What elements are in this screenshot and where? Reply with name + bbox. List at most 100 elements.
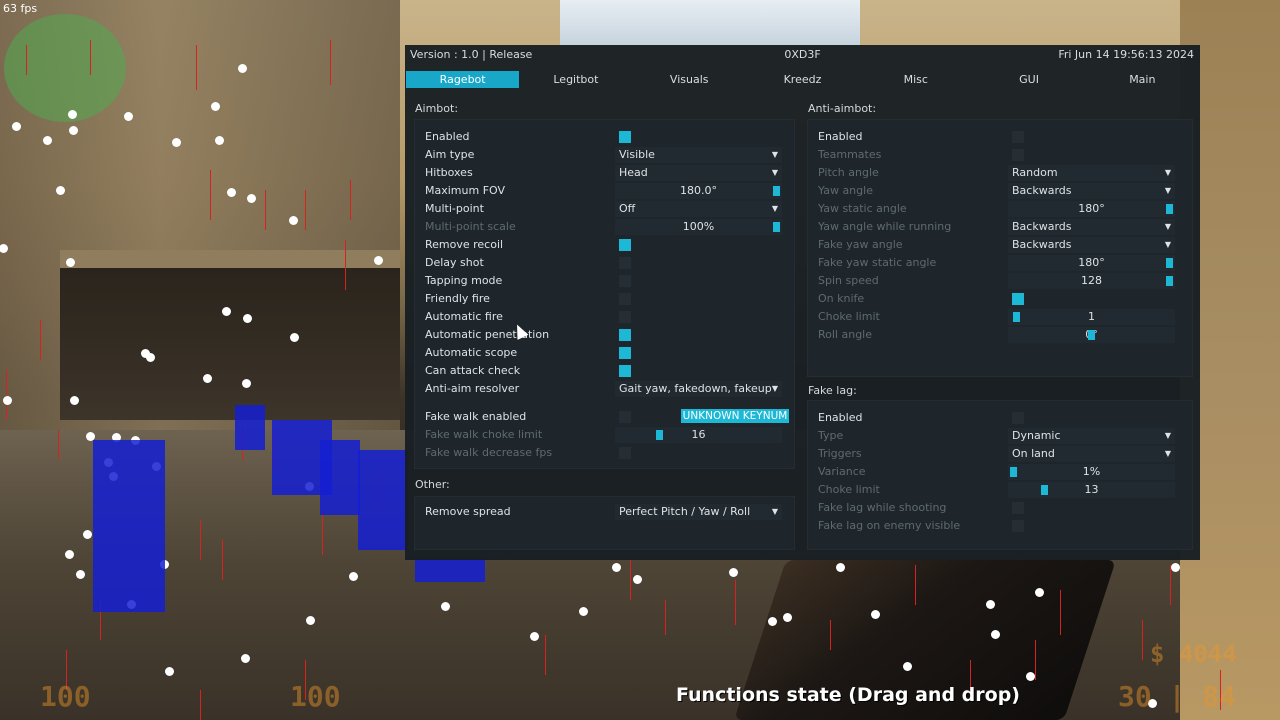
antiaim-enabled-checkbox[interactable] xyxy=(1012,131,1024,143)
yaw-angle-dropdown[interactable]: Backwards ▼ xyxy=(1008,183,1175,199)
fake-walk-decrease-checkbox[interactable] xyxy=(619,447,631,459)
snow-particle xyxy=(530,632,539,641)
snow-particle xyxy=(203,374,212,383)
can-attack-check-checkbox[interactable] xyxy=(619,365,631,377)
other-panel: Remove spread Perfect Pitch / Yaw / Roll… xyxy=(414,496,795,550)
rain-streak xyxy=(915,565,916,605)
rain-streak xyxy=(322,515,323,555)
rain-streak xyxy=(830,620,831,650)
tapping-mode-checkbox[interactable] xyxy=(619,275,631,287)
fakelag-triggers-value: On land xyxy=(1012,447,1055,460)
can-attack-check-row: Can attack check xyxy=(425,362,784,380)
slider-knob[interactable] xyxy=(1088,330,1095,340)
remove-spread-dropdown[interactable]: Perfect Pitch / Yaw / Roll ▼ xyxy=(615,504,782,520)
remove-recoil-checkbox[interactable] xyxy=(619,239,631,251)
esp-player-box xyxy=(93,440,165,612)
fakelag-shooting-checkbox[interactable] xyxy=(1012,502,1024,514)
fakelag-type-value: Dynamic xyxy=(1012,429,1061,442)
hitboxes-dropdown[interactable]: Head ▼ xyxy=(615,165,782,181)
functions-state-label[interactable]: Functions state (Drag and drop) xyxy=(676,684,1020,706)
fakelag-choke-slider[interactable]: 13 xyxy=(1008,482,1175,498)
tab-kreedz[interactable]: Kreedz xyxy=(746,71,859,88)
tab-bar: Ragebot Legitbot Visuals Kreedz Misc GUI… xyxy=(406,71,1199,88)
fake-walk-enabled-checkbox[interactable] xyxy=(619,411,631,423)
pitch-angle-dropdown[interactable]: Random ▼ xyxy=(1008,165,1175,181)
tab-ragebot[interactable]: Ragebot xyxy=(406,71,520,88)
on-knife-checkbox[interactable] xyxy=(1012,293,1024,305)
automatic-penetration-checkbox[interactable] xyxy=(619,329,631,341)
rain-streak xyxy=(6,370,7,420)
automatic-fire-checkbox[interactable] xyxy=(619,311,631,323)
fake-walk-choke-slider[interactable]: 16 xyxy=(615,427,782,443)
yaw-static-value: 180° xyxy=(1078,202,1105,215)
slider-knob[interactable] xyxy=(1010,467,1017,477)
snow-particle xyxy=(871,610,880,619)
chevron-down-icon: ▼ xyxy=(771,150,778,159)
fake-yaw-dropdown[interactable]: Backwards ▼ xyxy=(1008,237,1175,253)
hitboxes-label: Hitboxes xyxy=(425,166,473,179)
automatic-scope-checkbox[interactable] xyxy=(619,347,631,359)
slider-knob[interactable] xyxy=(773,222,780,232)
spin-speed-slider[interactable]: 128 xyxy=(1008,273,1175,289)
automatic-scope-row: Automatic scope xyxy=(425,344,784,362)
rain-streak xyxy=(90,40,91,75)
fakelag-variance-slider[interactable]: 1% xyxy=(1008,464,1175,480)
cheat-menu-window: Version : 1.0 | Release 0XD3F Fri Jun 14… xyxy=(405,45,1200,560)
hud-ammo: 30 | 84 xyxy=(1118,680,1237,713)
multipoint-label: Multi-point xyxy=(425,202,484,215)
fakelag-triggers-dropdown[interactable]: On land ▼ xyxy=(1008,446,1175,462)
slider-knob[interactable] xyxy=(1041,485,1048,495)
snow-particle xyxy=(241,654,250,663)
slider-knob[interactable] xyxy=(773,186,780,196)
rain-streak xyxy=(630,560,631,600)
fake-walk-choke-row: Fake walk choke limit 16 xyxy=(425,426,784,444)
friendly-fire-checkbox[interactable] xyxy=(619,293,631,305)
slider-knob[interactable] xyxy=(1166,258,1173,268)
max-fov-label: Maximum FOV xyxy=(425,184,506,197)
slider-knob[interactable] xyxy=(1166,276,1173,286)
fakelag-type-dropdown[interactable]: Dynamic ▼ xyxy=(1008,428,1175,444)
snow-particle xyxy=(374,256,383,265)
snow-particle xyxy=(70,396,79,405)
slider-knob[interactable] xyxy=(1166,204,1173,214)
fake-yaw-static-slider[interactable]: 180° xyxy=(1008,255,1175,271)
multipoint-dropdown[interactable]: Off ▼ xyxy=(615,201,782,217)
yaw-static-slider[interactable]: 180° xyxy=(1008,201,1175,217)
slider-knob[interactable] xyxy=(656,430,663,440)
fakelag-triggers-label: Triggers xyxy=(818,447,862,460)
menu-titlebar[interactable]: Version : 1.0 | Release 0XD3F Fri Jun 14… xyxy=(405,45,1200,67)
aim-type-row: Aim type Visible ▼ xyxy=(425,146,784,164)
snow-particle xyxy=(768,617,777,626)
rain-streak xyxy=(222,540,223,580)
yaw-angle-label: Yaw angle xyxy=(818,184,873,197)
slider-knob[interactable] xyxy=(1013,312,1020,322)
teammates-checkbox[interactable] xyxy=(1012,149,1024,161)
aim-type-dropdown[interactable]: Visible ▼ xyxy=(615,147,782,163)
max-fov-slider[interactable]: 180.0° xyxy=(615,183,782,199)
snow-particle xyxy=(222,307,231,316)
fakelag-enabled-checkbox[interactable] xyxy=(1012,412,1024,424)
snow-particle xyxy=(986,600,995,609)
rain-streak xyxy=(200,690,201,720)
tab-legitbot[interactable]: Legitbot xyxy=(519,71,632,88)
multipoint-scale-row: Multi-point scale 100% xyxy=(425,218,784,236)
chevron-down-icon: ▼ xyxy=(1164,240,1171,249)
delay-shot-checkbox[interactable] xyxy=(619,257,631,269)
fake-walk-keybind-button[interactable]: UNKNOWN KEYNUM xyxy=(681,409,789,423)
roll-angle-slider[interactable]: 0° xyxy=(1008,327,1175,343)
anti-aim-resolver-dropdown[interactable]: Gait yaw, fakedown, fakeup ▼ xyxy=(615,381,782,397)
aimbot-enabled-checkbox[interactable] xyxy=(619,131,631,143)
spin-speed-row: Spin speed 128 xyxy=(818,272,1182,290)
automatic-fire-row: Automatic fire xyxy=(425,308,784,326)
multipoint-scale-slider[interactable]: 100% xyxy=(615,219,782,235)
rain-streak xyxy=(1060,590,1061,635)
tab-gui[interactable]: GUI xyxy=(972,71,1085,88)
tab-visuals[interactable]: Visuals xyxy=(633,71,746,88)
automatic-scope-label: Automatic scope xyxy=(425,346,518,359)
tab-main[interactable]: Main xyxy=(1086,71,1199,88)
fakelag-enemy-visible-checkbox[interactable] xyxy=(1012,520,1024,532)
yaw-running-dropdown[interactable]: Backwards ▼ xyxy=(1008,219,1175,235)
choke-limit-slider[interactable]: 1 xyxy=(1008,309,1175,325)
remove-recoil-label: Remove recoil xyxy=(425,238,504,251)
tab-misc[interactable]: Misc xyxy=(859,71,972,88)
